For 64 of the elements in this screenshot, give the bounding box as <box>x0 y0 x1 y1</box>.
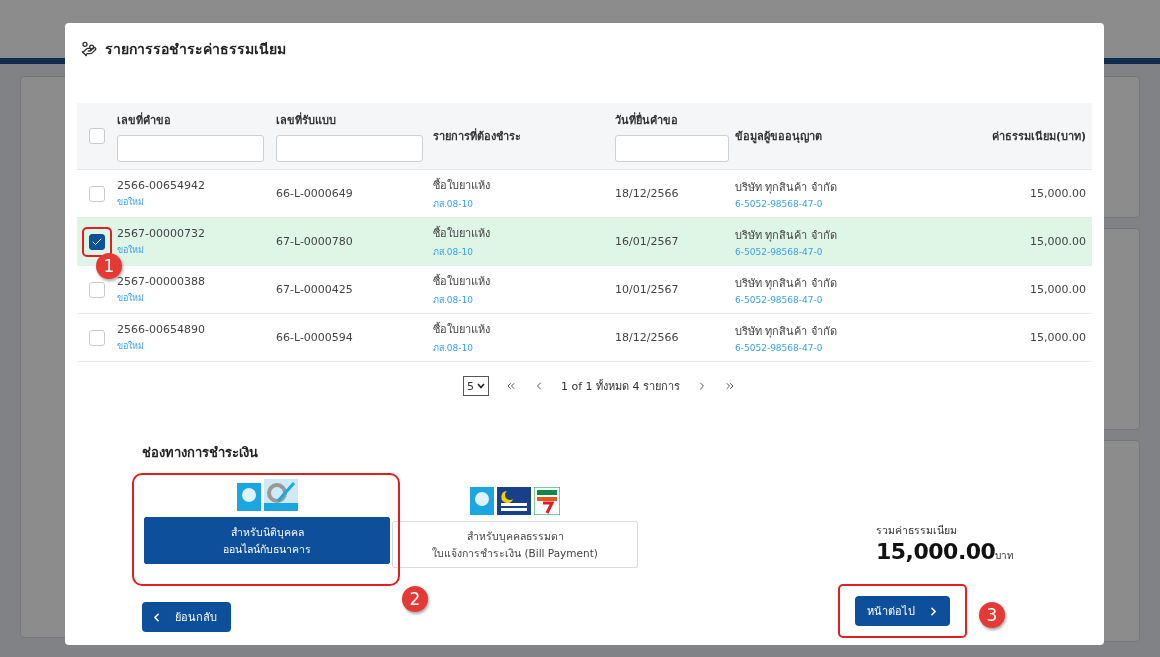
cell-subtext: 6-5052-98568-47-0 <box>735 247 823 257</box>
table-cell: 15,000.00 <box>1030 235 1086 248</box>
filter-input[interactable] <box>117 134 264 162</box>
cell-subtext: 6-5052-98568-47-0 <box>735 343 823 353</box>
cell-subtext: ภส.08-10 <box>433 342 473 355</box>
page-size-select[interactable]: 5 <box>462 376 489 396</box>
table-cell: 67-L-0000780 <box>276 235 353 248</box>
back-button[interactable]: ย้อนกลับ <box>142 602 231 632</box>
cell-subtext: ขอใหม่ <box>117 339 144 353</box>
filter-input[interactable] <box>615 134 729 162</box>
step-marker: 2 <box>402 586 428 612</box>
step-marker: 3 <box>979 602 1005 628</box>
payment-option[interactable]: สำหรับบุคคลธรรมดา ใบแจ้งการชำระเงิน (Bill Payment) <box>392 521 638 568</box>
total-label: รวมค่าธรรมเนียม <box>876 523 958 538</box>
cell-subtext: 6-5052-98568-47-0 <box>735 199 823 209</box>
table-cell: 10/01/2567 <box>615 283 679 296</box>
table-cell: 66-L-0000649 <box>276 187 353 200</box>
table-cell-text: บริษัท ทุกสินค้า จำกัด <box>735 228 837 244</box>
table-cell: 15,000.00 <box>1030 331 1086 344</box>
next-button[interactable]: หน้าต่อไป <box>855 596 950 626</box>
table-cell: 18/12/2566 <box>615 331 679 344</box>
cell-subtext: ขอใหม่ <box>117 291 144 305</box>
section-title: ช่องทางการชำระเงิน <box>142 444 259 462</box>
table-cell: 2566-00654942 <box>117 178 205 192</box>
row-checkbox[interactable] <box>89 233 105 250</box>
cell-subtext: ขอใหม่ <box>117 195 144 209</box>
cell-subtext: ภส.08-10 <box>433 294 473 307</box>
table-cell-text: บริษัท ทุกสินค้า จำกัด <box>735 324 837 340</box>
total-amount: 15,000.00 <box>876 539 996 564</box>
table-cell: 66-L-0000594 <box>276 331 353 344</box>
hand-coin-icon <box>81 41 97 57</box>
table-cell-text: ซื้อใบยาแห้ง <box>433 177 490 194</box>
growth-logo <box>263 479 298 511</box>
table-cell: 15,000.00 <box>1030 187 1086 200</box>
bank-logo <box>470 487 494 515</box>
pagination-summary: 1 of 1 ทั้งหมด 4 รายการ <box>560 378 681 395</box>
modal-title: รายการรอชำระค่าธรรมเนียม <box>105 40 286 59</box>
column-header: รายการที่ต้องชำระ <box>433 127 521 145</box>
cell-subtext: ภส.08-10 <box>433 246 473 259</box>
table-cell: 2566-00654890 <box>117 322 205 336</box>
table-cell: 16/01/2567 <box>615 235 679 248</box>
cell-subtext: 6-5052-98568-47-0 <box>735 295 823 305</box>
table-cell-text: บริษัท ทุกสินค้า จำกัด <box>735 180 837 196</box>
column-header: เลขที่คำขอ <box>117 111 171 129</box>
chevron-down-icon <box>476 383 485 389</box>
table-cell-text: บริษัท ทุกสินค้า จำกัด <box>735 276 837 292</box>
table-cell: 18/12/2566 <box>615 187 679 200</box>
column-header: วันที่ยื่นคำขอ <box>615 111 678 129</box>
payment-option[interactable]: สำหรับนิติบุคคล ออนไลน์กับธนาคาร <box>144 517 390 564</box>
store-logo <box>534 487 560 515</box>
bank-logo <box>236 483 261 511</box>
moon-logo <box>497 487 531 515</box>
filter-input[interactable] <box>276 134 423 162</box>
table-cell: 2567-00000732 <box>117 226 205 240</box>
table-cell: 15,000.00 <box>1030 283 1086 296</box>
column-header: ข้อมูลผู้ขออนุญาต <box>735 129 822 145</box>
currency-unit: บาท <box>995 550 1015 561</box>
column-header: ค่าธรรมเนียม(บาท) <box>991 129 1086 145</box>
table-cell-text: ซื้อใบยาแห้ง <box>433 225 490 242</box>
select-all-checkbox[interactable] <box>89 128 105 144</box>
table-cell: 67-L-0000425 <box>276 283 353 296</box>
column-header: เลขที่รับแบบ <box>276 111 336 129</box>
table-cell-text: ซื้อใบยาแห้ง <box>433 321 490 338</box>
cell-subtext: ภส.08-10 <box>433 198 473 211</box>
